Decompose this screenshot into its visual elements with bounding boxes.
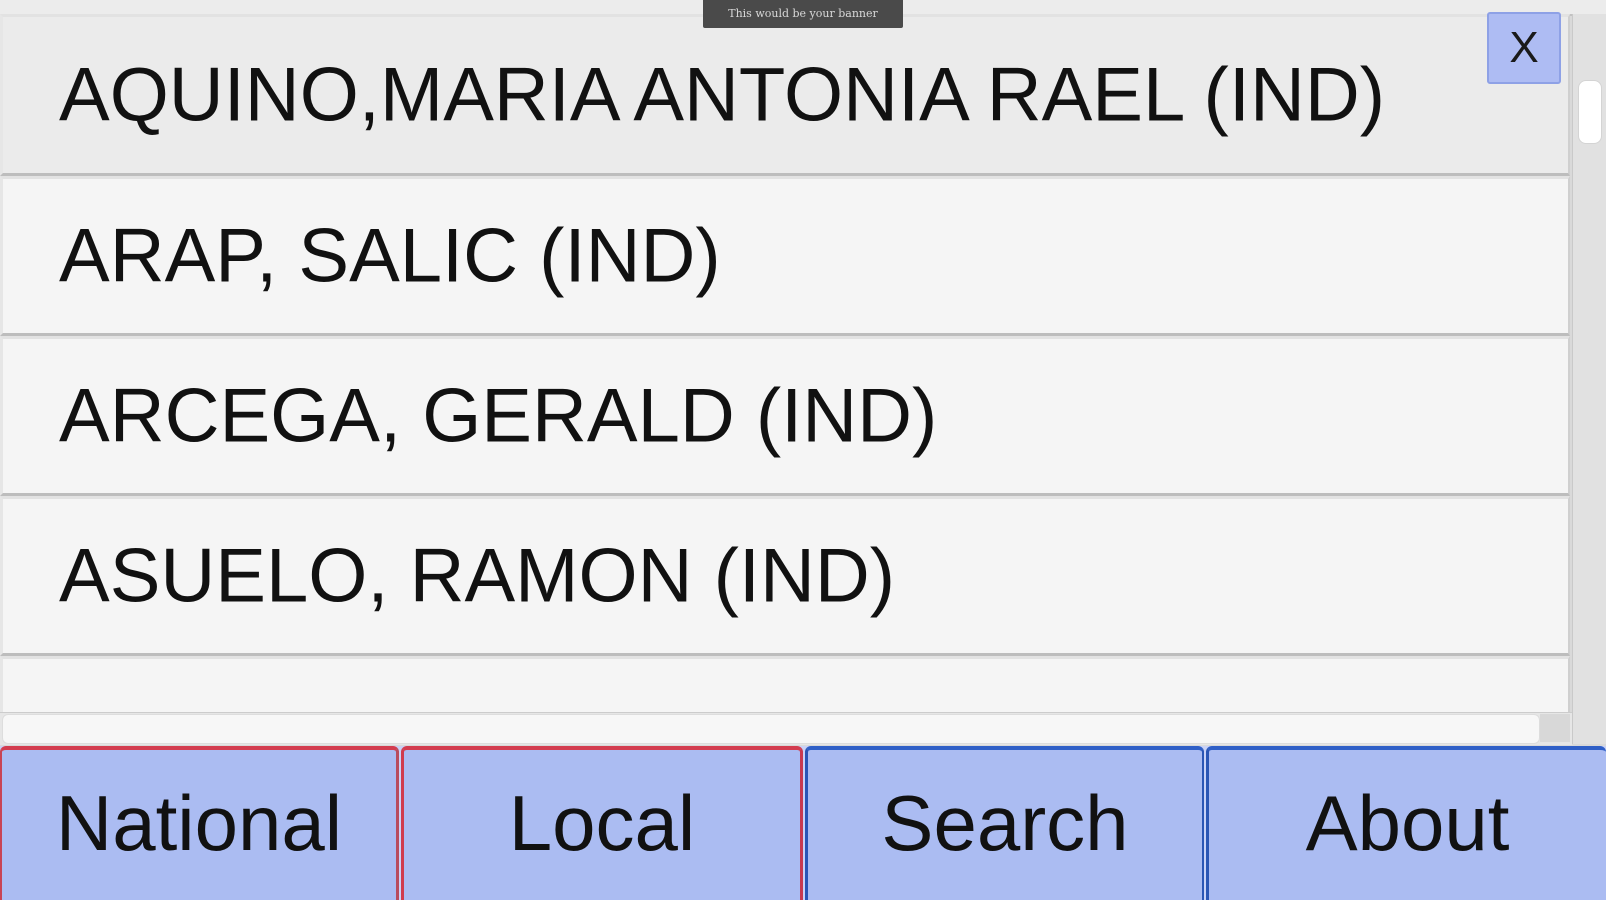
list-item-label: AQUINO,MARIA ANTONIA RAEL (IND) <box>59 52 1386 138</box>
list-item[interactable]: ASUELO, RAMON (IND) <box>0 496 1570 656</box>
tab-national[interactable]: National <box>0 746 399 900</box>
candidate-list-content: AQUINO,MARIA ANTONIA RAEL (IND) ARAP, SA… <box>0 14 1572 714</box>
horizontal-scrollbar-thumb[interactable] <box>2 714 1540 744</box>
list-item-label: ARCEGA, GERALD (IND) <box>59 373 938 459</box>
list-item-label: ASUELO, RAMON (IND) <box>59 533 896 619</box>
tab-search[interactable]: Search <box>805 746 1204 900</box>
candidate-list[interactable]: AQUINO,MARIA ANTONIA RAEL (IND) ARAP, SA… <box>0 14 1572 714</box>
ad-banner[interactable]: This would be your banner <box>703 0 903 28</box>
tab-about[interactable]: About <box>1206 746 1606 900</box>
list-item[interactable]: AQUINO,MARIA ANTONIA RAEL (IND) <box>0 14 1570 176</box>
scrollbar-corner <box>1540 714 1570 742</box>
list-item[interactable] <box>0 656 1570 714</box>
close-button[interactable]: X <box>1487 12 1561 84</box>
list-item[interactable]: ARCEGA, GERALD (IND) <box>0 336 1570 496</box>
bottom-tab-bar: National Local Search About <box>0 746 1606 900</box>
tab-local[interactable]: Local <box>401 746 803 900</box>
vertical-scrollbar-thumb[interactable] <box>1578 80 1602 144</box>
list-item-label: ARAP, SALIC (IND) <box>59 213 721 299</box>
app-window: This would be your banner AQUINO,MARIA A… <box>0 0 1606 900</box>
list-item[interactable]: ARAP, SALIC (IND) <box>0 176 1570 336</box>
